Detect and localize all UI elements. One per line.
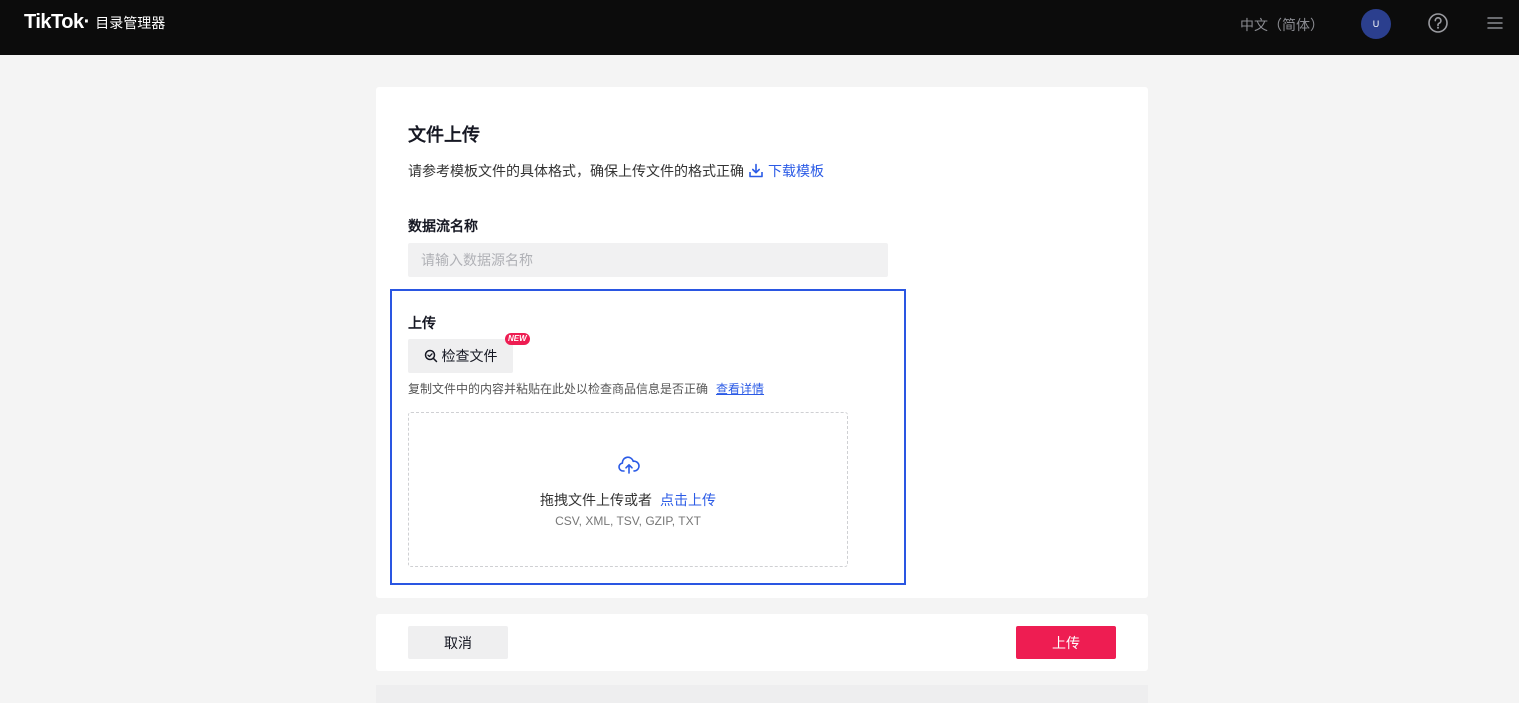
file-dropzone[interactable]: 拖拽文件上传或者 点击上传 CSV, XML, TSV, GZIP, TXT [408, 412, 848, 567]
page-title: 文件上传 [408, 125, 480, 145]
check-file-button[interactable]: 检查文件 [408, 339, 513, 373]
tiktok-logo: TikTok [24, 11, 84, 33]
user-avatar[interactable]: U [1361, 9, 1391, 39]
download-template-label: 下载模板 [768, 163, 824, 179]
upload-label: 上传 [408, 315, 436, 331]
hamburger-menu-icon[interactable] [1486, 14, 1504, 32]
action-footer: 取消 上传 [376, 614, 1148, 671]
view-details-link[interactable]: 查看详情 [716, 382, 764, 396]
hint-text: 复制文件中的内容并粘贴在此处以检查商品信息是否正确 [408, 382, 709, 396]
below-card-strip [376, 685, 1148, 703]
supported-formats: CSV, XML, TSV, GZIP, TXT [555, 514, 701, 528]
upload-submit-button[interactable]: 上传 [1016, 626, 1116, 659]
download-icon [749, 163, 763, 178]
brand[interactable]: TikTok · 目录管理器 [24, 11, 165, 34]
logo-dot: · [83, 11, 91, 33]
question-circle-icon[interactable] [1427, 12, 1449, 34]
upload-section: 上传 检查文件 NEW 复制文件中的内容并粘贴在此处以检查商品信息是否正确 查看详… [390, 289, 906, 585]
description-text: 请参考模板文件的具体格式，确保上传文件的格式正确 [408, 163, 744, 179]
stream-name-label: 数据流名称 [408, 218, 478, 234]
cloud-upload-icon [618, 456, 640, 474]
language-selector[interactable]: 中文（简体） [1240, 15, 1324, 35]
check-file-label: 检查文件 [441, 348, 498, 364]
stream-name-input[interactable] [408, 243, 888, 277]
drag-drop-text: 拖拽文件上传或者 [540, 492, 652, 508]
cancel-button[interactable]: 取消 [408, 626, 508, 659]
check-file-hint: 复制文件中的内容并粘贴在此处以检查商品信息是否正确 查看详情 [408, 380, 764, 397]
top-navigation-bar: TikTok · 目录管理器 中文（简体） U [0, 0, 1519, 55]
file-upload-card: 文件上传 请参考模板文件的具体格式，确保上传文件的格式正确 下载模板 数据流名称… [376, 87, 1148, 598]
magnifier-check-icon [424, 349, 437, 363]
template-description: 请参考模板文件的具体格式，确保上传文件的格式正确 下载模板 [408, 161, 824, 181]
dropzone-text: 拖拽文件上传或者 点击上传 [409, 490, 847, 510]
app-name: 目录管理器 [95, 15, 166, 31]
new-badge: NEW [505, 333, 530, 345]
download-template-link[interactable]: 下载模板 [748, 161, 824, 181]
click-upload-link[interactable]: 点击上传 [660, 492, 716, 508]
